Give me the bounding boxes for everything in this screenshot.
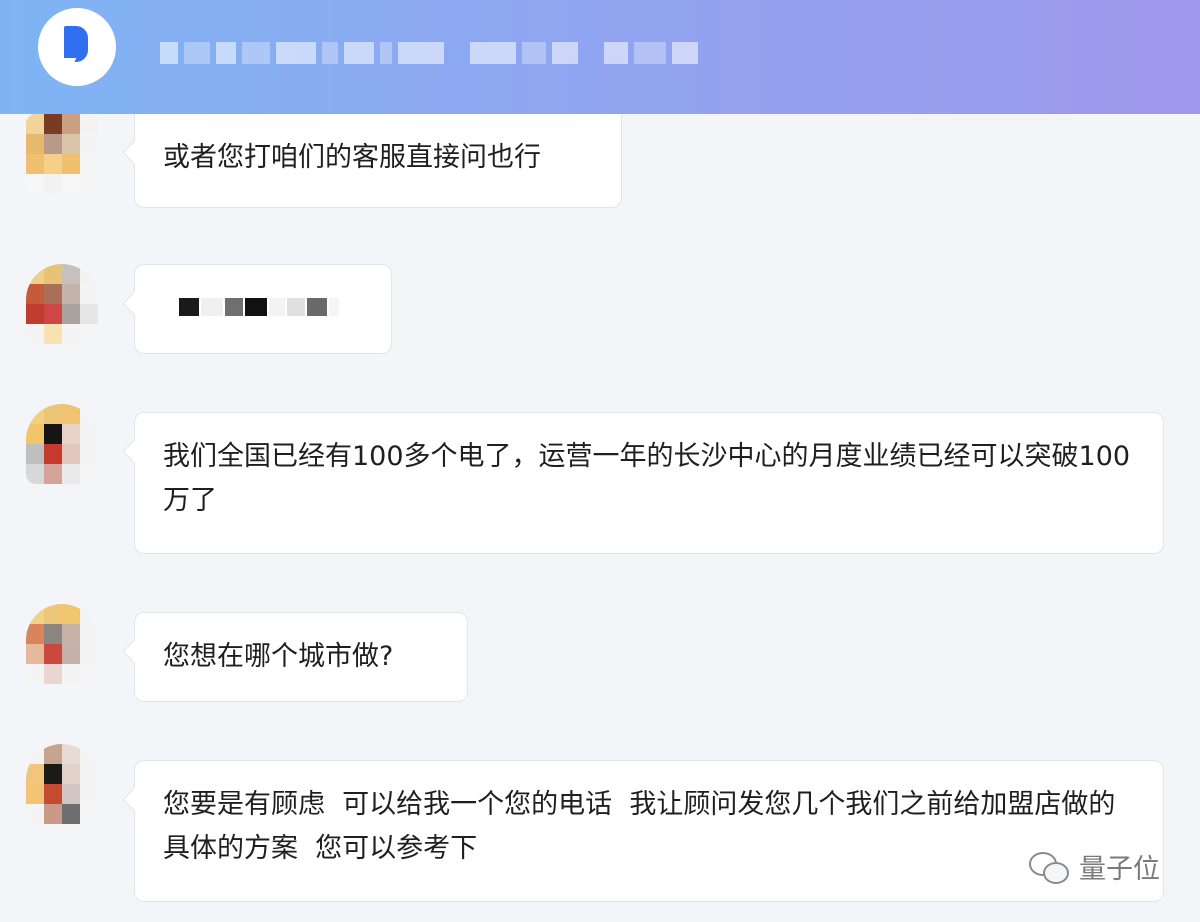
watermark-text: 量子位 (1079, 854, 1160, 885)
avatar[interactable] (26, 404, 98, 484)
message-text: 您要是有顾虑 可以给我一个您的电话 我让顾问发您几个我们之前给加盟店做的具体的方… (163, 789, 1116, 864)
redacted-content (179, 285, 347, 329)
avatar[interactable] (26, 604, 98, 684)
message-bubble[interactable]: 您想在哪个城市做? (134, 612, 468, 702)
message-bubble[interactable]: 我们全国已经有100多个电了，运营一年的长沙中心的月度业绩已经可以突破100万了 (134, 412, 1164, 554)
message-text: 我们全国已经有100多个电了，运营一年的长沙中心的月度业绩已经可以突破100万了 (163, 441, 1131, 516)
chat-header (0, 0, 1200, 114)
message-text: 或者您打咱们的客服直接问也行 (163, 142, 541, 173)
avatar[interactable] (26, 264, 98, 344)
avatar[interactable] (26, 114, 98, 194)
message-bubble[interactable] (134, 264, 392, 354)
document-icon (64, 26, 88, 62)
message-text: 您想在哪个城市做? (163, 641, 394, 672)
message-bubble[interactable]: 或者您打咱们的客服直接问也行 (134, 114, 622, 208)
avatar[interactable] (26, 744, 98, 824)
watermark: 量子位 (1029, 847, 1160, 886)
message-bubble[interactable]: 您要是有顾虑 可以给我一个您的电话 我让顾问发您几个我们之前给加盟店做的具体的方… (134, 760, 1164, 902)
blurred-chat-title (160, 42, 698, 64)
chat-message-list[interactable]: 或者您打咱们的客服直接问也行 我们全国已经有100多个电了，运营一年的长沙中心的… (0, 114, 1200, 922)
wechat-icon (1029, 851, 1071, 884)
app-logo[interactable] (38, 8, 116, 86)
